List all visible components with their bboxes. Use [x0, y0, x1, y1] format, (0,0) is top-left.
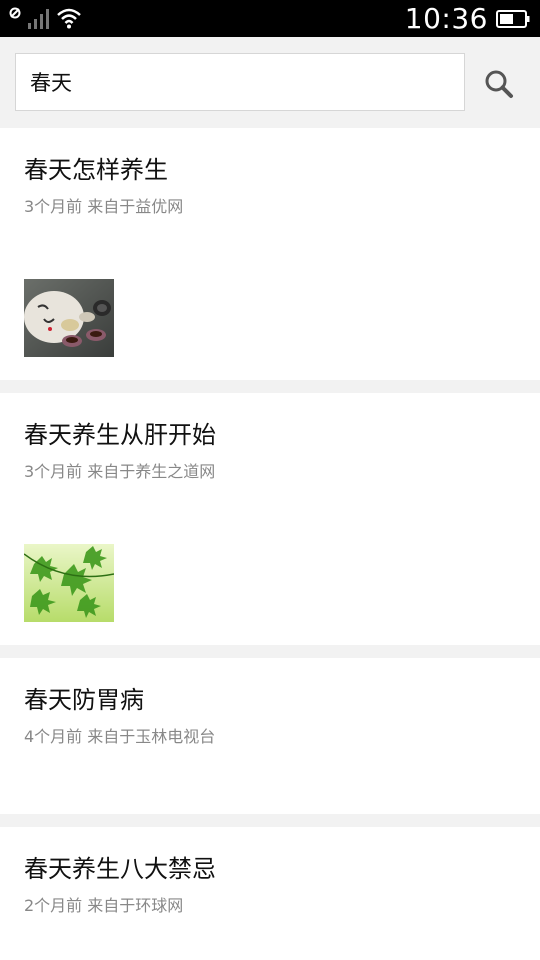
- result-meta: 4个月前 来自于玉林电视台: [24, 727, 216, 746]
- search-icon: [485, 70, 513, 98]
- green-leaves-image[interactable]: [24, 544, 114, 622]
- no-sim-icon: [9, 7, 21, 19]
- result-title[interactable]: 春天养生从肝开始: [24, 415, 216, 450]
- result-card[interactable]: 春天怎样养生 3个月前 来自于益优网: [0, 128, 540, 380]
- status-right: 10:36: [405, 2, 530, 35]
- clock: 10:36: [404, 2, 488, 35]
- result-meta: 3个月前 来自于益优网: [24, 197, 184, 216]
- result-title[interactable]: 春天养生八大禁忌: [24, 849, 216, 884]
- wifi-icon: [57, 8, 81, 29]
- search-button[interactable]: [478, 63, 520, 105]
- result-card[interactable]: 春天防胃病 4个月前 来自于玉林电视台: [0, 658, 540, 814]
- status-left: [8, 7, 82, 29]
- result-meta: 3个月前 来自于养生之道网: [24, 462, 216, 481]
- status-bar: 10:36: [0, 0, 540, 37]
- search-bar: [0, 37, 540, 127]
- result-meta: 2个月前 来自于环球网: [24, 896, 184, 915]
- signal-icon: [28, 9, 49, 29]
- battery-icon: [496, 9, 530, 28]
- search-input[interactable]: [15, 53, 465, 111]
- result-title[interactable]: 春天怎样养生: [24, 150, 168, 185]
- result-card[interactable]: 春天养生从肝开始 3个月前 来自于养生之道网: [0, 393, 540, 645]
- tea-set-image[interactable]: [24, 279, 114, 357]
- result-title[interactable]: 春天防胃病: [24, 680, 144, 715]
- result-card[interactable]: 春天养生八大禁忌 2个月前 来自于环球网: [0, 827, 540, 960]
